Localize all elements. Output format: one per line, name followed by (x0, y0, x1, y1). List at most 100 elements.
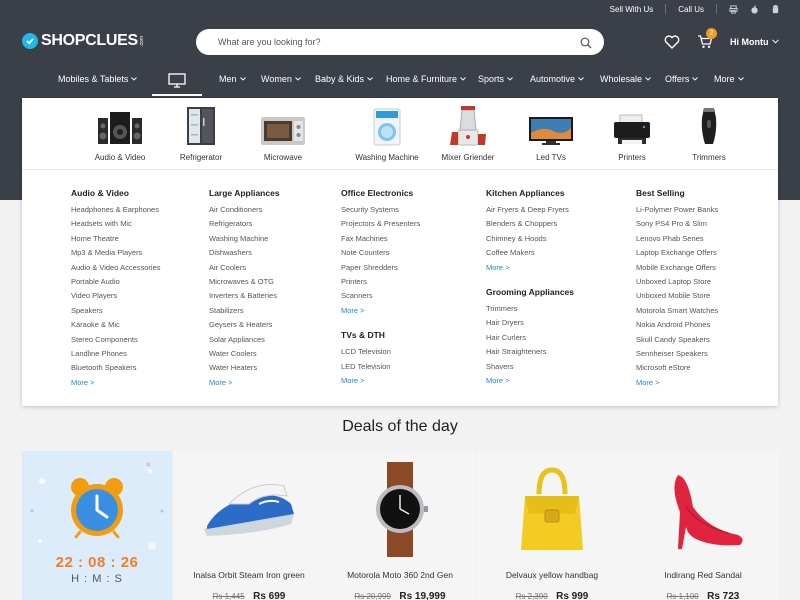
column-heading[interactable]: TVs & DTH (341, 330, 420, 340)
nav-item-sports[interactable]: Sports (478, 74, 513, 84)
menu-link[interactable]: Unboxed Mobile Store (636, 291, 718, 305)
menu-link[interactable]: Portable Audio (71, 277, 161, 291)
menu-link[interactable]: Hair Dryers (486, 318, 574, 332)
menu-link[interactable]: Sennheiser Speakers (636, 349, 718, 363)
menu-link[interactable]: Microwaves & OTG (209, 277, 280, 291)
menu-link[interactable]: Solar Appliances (209, 335, 280, 349)
menu-link[interactable]: Projectors & Presenters (341, 219, 420, 233)
more-link[interactable]: More > (71, 378, 161, 392)
category-refrigerator[interactable]: Refrigerator (161, 106, 241, 162)
call-us-link[interactable]: Call Us (678, 5, 704, 14)
column-heading[interactable]: Office Electronics (341, 188, 420, 198)
wishlist-heart-icon[interactable] (664, 34, 680, 49)
menu-link[interactable]: Water Heaters (209, 363, 280, 377)
menu-link[interactable]: Headsets with Mic (71, 219, 161, 233)
menu-link[interactable]: Headphones & Earphones (71, 205, 161, 219)
more-link[interactable]: More > (341, 306, 420, 320)
column-heading[interactable]: Large Appliances (209, 188, 280, 198)
menu-link[interactable]: Karaoke & Mic (71, 320, 161, 334)
column-heading[interactable]: Audio & Video (71, 188, 161, 198)
menu-link[interactable]: Hair Straighteners (486, 347, 574, 361)
menu-link[interactable]: Chimney & Hoods (486, 234, 574, 248)
more-link[interactable]: More > (486, 376, 574, 390)
menu-link[interactable]: Trimmers (486, 304, 574, 318)
more-link[interactable]: More > (209, 378, 280, 392)
menu-link[interactable]: Lenovo Phab Series (636, 234, 718, 248)
menu-link[interactable]: LED Television (341, 362, 420, 376)
menu-link[interactable]: Air Fryers & Deep Fryers (486, 205, 574, 219)
menu-link[interactable]: Washing Machine (209, 234, 280, 248)
menu-link[interactable]: Li-Polymer Power Banks (636, 205, 718, 219)
menu-link[interactable]: Water Coolers (209, 349, 280, 363)
menu-link[interactable]: Printers (341, 277, 420, 291)
menu-link[interactable]: Audio & Video Accessories (71, 263, 161, 277)
menu-link[interactable]: Inverters & Batteries (209, 291, 280, 305)
menu-link[interactable]: Mobile Exchange Offers (636, 263, 718, 277)
more-link[interactable]: More > (341, 376, 420, 390)
menu-link[interactable]: Video Players (71, 291, 161, 305)
menu-link[interactable]: Geysers & Heaters (209, 320, 280, 334)
nav-item-home-furniture[interactable]: Home & Furniture (386, 74, 466, 84)
nav-item-automotive[interactable]: Automotive (530, 74, 584, 84)
menu-link[interactable]: Air Conditioners (209, 205, 280, 219)
menu-link[interactable]: Coffee Makers (486, 248, 574, 262)
android-icon[interactable] (771, 4, 780, 14)
menu-link[interactable]: Bluetooth Speakers (71, 363, 161, 377)
more-link[interactable]: More > (636, 378, 718, 392)
menu-link[interactable]: Landline Phones (71, 349, 161, 363)
printer-icon[interactable] (729, 4, 738, 14)
menu-link[interactable]: Blenders & Choppers (486, 219, 574, 233)
deal-card[interactable]: Motorola Moto 360 2nd Gen Rs 20,999 Rs 1… (325, 451, 475, 600)
column-heading[interactable]: Grooming Appliances (486, 287, 574, 297)
column-heading[interactable]: Best Selling (636, 188, 718, 198)
search-icon[interactable] (580, 36, 592, 49)
menu-link[interactable]: Refrigerators (209, 219, 280, 233)
menu-link[interactable]: Mp3 & Media Players (71, 248, 161, 262)
category-microwave[interactable]: Microwave (243, 106, 323, 162)
category-led-tvs[interactable]: Led TVs (511, 106, 591, 162)
menu-link[interactable]: Microsoft eStore (636, 363, 718, 377)
menu-link[interactable]: Note Counters (341, 248, 420, 262)
menu-link[interactable]: Home Theatre (71, 234, 161, 248)
column-heading[interactable]: Kitchen Appliances (486, 188, 574, 198)
menu-link[interactable]: Stabilizers (209, 306, 280, 320)
deal-card[interactable]: Delvaux yellow handbag Rs 2,390 Rs 999 (477, 451, 627, 600)
deal-card[interactable]: Indirang Red Sandal Rs 1,100 Rs 723 (628, 451, 778, 600)
deal-card[interactable]: Inalsa Orbit Steam Iron green Rs 1,445 R… (174, 451, 324, 600)
sell-with-us-link[interactable]: Sell With Us (610, 5, 654, 14)
search-input[interactable] (218, 37, 580, 47)
nav-item-offers[interactable]: Offers (665, 74, 699, 84)
apple-icon[interactable] (750, 4, 759, 14)
category-printers[interactable]: Printers (592, 106, 672, 162)
nav-item-men[interactable]: Men (219, 74, 246, 84)
menu-link[interactable]: Unboxed Laptop Store (636, 277, 718, 291)
menu-link[interactable]: Sony PS4 Pro & Slim (636, 219, 718, 233)
menu-link[interactable]: Motorola Smart Watches (636, 306, 718, 320)
menu-link[interactable]: LCD Television (341, 347, 420, 361)
category-washing-machine[interactable]: Washing Machine (347, 106, 427, 162)
menu-link[interactable]: Nokia Android Phones (636, 320, 718, 334)
category-audio-video[interactable]: Audio & Video (80, 106, 160, 162)
user-menu[interactable]: Hi Montu (730, 37, 779, 47)
menu-link[interactable]: Fax Machines (341, 234, 420, 248)
category-mixer-grinder[interactable]: Mixer Griender (428, 106, 508, 162)
menu-link[interactable]: Hair Curlers (486, 333, 574, 347)
menu-link[interactable]: Dishwashers (209, 248, 280, 262)
nav-item-baby-kids[interactable]: Baby & Kids (315, 74, 373, 84)
nav-item-mobiles-tablets[interactable]: Mobiles & Tablets (58, 74, 138, 84)
menu-link[interactable]: Laptop Exchange Offers (636, 248, 718, 262)
nav-item-wholesale[interactable]: Wholesale (600, 74, 651, 84)
nav-item-electronics[interactable] (152, 66, 202, 96)
menu-link[interactable]: Shavers (486, 362, 574, 376)
menu-link[interactable]: Speakers (71, 306, 161, 320)
menu-link[interactable]: Scanners (341, 291, 420, 305)
menu-link[interactable]: Paper Shredders (341, 263, 420, 277)
cart-icon[interactable]: 2 (697, 28, 717, 49)
menu-link[interactable]: Skull Candy Speakers (636, 335, 718, 349)
nav-item-more[interactable]: More (714, 74, 744, 84)
shopclues-logo[interactable]: SHOPCLUES .com (22, 32, 145, 50)
category-trimmers[interactable]: Trimmers (669, 106, 749, 162)
menu-link[interactable]: Security Systems (341, 205, 420, 219)
more-link[interactable]: More > (486, 263, 574, 277)
menu-link[interactable]: Air Coolers (209, 263, 280, 277)
